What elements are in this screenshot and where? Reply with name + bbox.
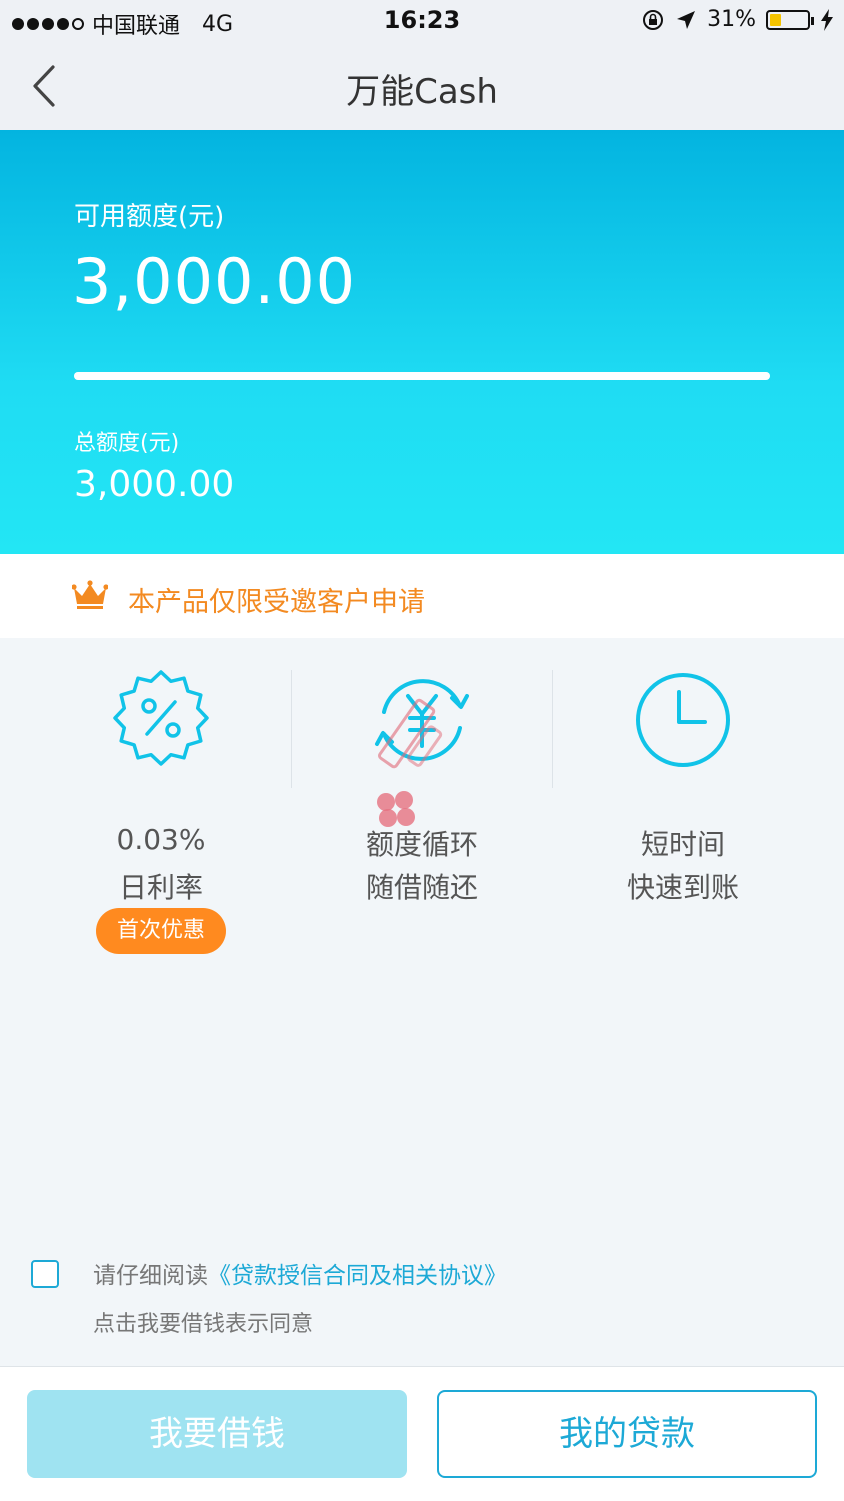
- credit-summary-card: 可用额度(元) 3,000.00 总额度(元) 3,000.00: [0, 130, 844, 554]
- credit-progress-bar: [74, 372, 770, 380]
- charging-bolt-icon: [821, 8, 833, 31]
- feature-fast-payout: 短时间 快速到账: [552, 638, 814, 978]
- battery-percent: 31%: [707, 7, 756, 32]
- agreement-prefix: 请仔细阅读: [93, 1263, 208, 1289]
- agreement-text: 请仔细阅读《贷款授信合同及相关协议》: [93, 1256, 507, 1290]
- fast-payout-line1: 短时间: [640, 828, 725, 861]
- available-credit-value: 3,000.00: [72, 245, 357, 318]
- interest-rate-label: 日利率: [118, 871, 203, 904]
- total-credit-value: 3,000.00: [74, 464, 235, 505]
- clock-icon: [636, 673, 730, 767]
- first-time-discount-badge: 首次优惠: [96, 908, 226, 954]
- available-credit-label: 可用额度(元): [74, 202, 225, 232]
- watermark-icon: [377, 698, 443, 827]
- agreement-checkbox[interactable]: [31, 1260, 59, 1288]
- percent-badge-icon: [113, 670, 209, 766]
- agreement-section: 请仔细阅读《贷款授信合同及相关协议》 点击我要借钱表示同意: [0, 1246, 844, 1356]
- status-bar: 中国联通 4G 16:23 31%: [0, 0, 844, 42]
- total-credit-label: 总额度(元): [74, 431, 180, 456]
- agreement-note: 点击我要借钱表示同意: [93, 1312, 314, 1337]
- fast-payout-line2: 快速到账: [626, 871, 739, 904]
- my-loans-button[interactable]: 我的贷款: [437, 1390, 817, 1478]
- interest-rate-value: 0.03%: [116, 823, 206, 856]
- nav-bar: 万能Cash: [0, 42, 844, 130]
- battery-icon: [766, 9, 814, 30]
- notice-text: 本产品仅限受邀客户申请: [128, 587, 425, 618]
- status-right: 31%: [641, 7, 834, 32]
- invite-only-notice: 本产品仅限受邀客户申请: [0, 554, 844, 638]
- borrow-button[interactable]: 我要借钱: [27, 1390, 407, 1478]
- revolving-credit-line2: 随借随还: [365, 871, 478, 904]
- credit-progress-fill: [74, 372, 770, 380]
- crown-icon: [72, 580, 108, 609]
- page-title: 万能Cash: [346, 72, 498, 112]
- location-arrow-icon: [677, 10, 696, 29]
- orientation-lock-icon: [643, 9, 664, 30]
- bottom-action-bar: 我要借钱 我的贷款: [0, 1366, 844, 1501]
- agreement-link[interactable]: 《贷款授信合同及相关协议》: [208, 1263, 507, 1289]
